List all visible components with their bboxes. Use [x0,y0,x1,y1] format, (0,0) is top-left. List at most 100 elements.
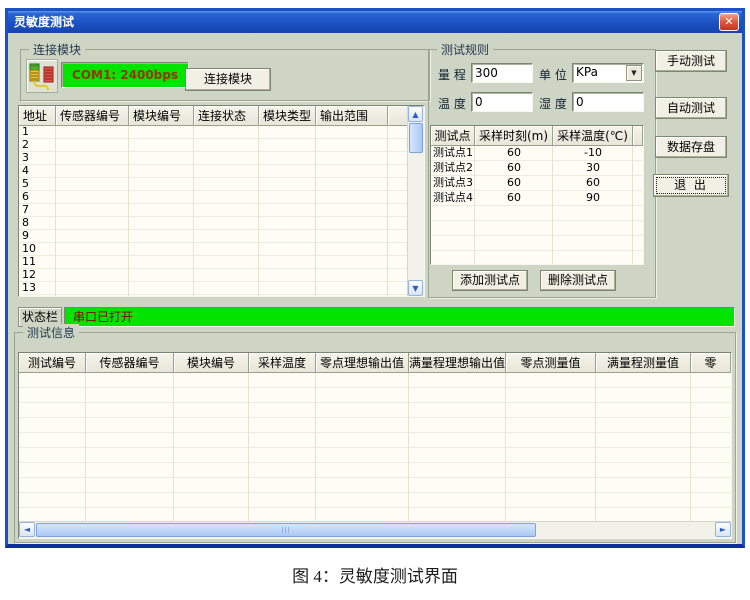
table-row[interactable]: 2 [19,139,408,152]
table-row[interactable]: 测试点160-10 [431,146,643,161]
table-cell: 1 [19,126,56,138]
column-divider [248,373,249,521]
table-row[interactable]: 5 [19,178,408,191]
column-divider [128,126,129,296]
table-row[interactable]: 9 [19,230,408,243]
column-header[interactable]: 模块编号 [174,353,249,373]
module-link-icon[interactable] [26,59,58,93]
humidity-input[interactable] [572,92,644,112]
column-header[interactable]: 满量程测量值 [596,353,691,373]
column-header[interactable]: 测试点 [431,126,475,146]
table-row[interactable]: 11 [19,256,408,269]
table-row[interactable]: 测试点26030 [431,161,643,176]
table-cell: 6 [19,191,56,203]
table-cell: 60 [553,176,633,190]
column-divider [173,373,174,521]
module-list-vertical-scrollbar[interactable]: ▲ ▼ [407,106,424,296]
table-row[interactable]: 3 [19,152,408,165]
table-row[interactable] [19,493,731,508]
column-header[interactable]: 采样温度 [249,353,316,373]
table-row[interactable]: 7 [19,204,408,217]
column-header[interactable]: 测试编号 [19,353,86,373]
exit-button[interactable]: 退 出 [653,174,729,197]
column-header[interactable]: 模块编号 [129,106,194,126]
table-row[interactable] [19,388,731,403]
table-row[interactable]: 1 [19,126,408,139]
table-cell: 测试点2 [431,161,475,175]
table-row[interactable] [431,236,643,251]
scroll-down-button[interactable]: ▼ [408,280,423,296]
column-divider [505,373,506,521]
unit-combobox[interactable]: KPa ▼ [572,63,644,83]
table-row[interactable] [19,448,731,463]
test-info-horizontal-scrollbar[interactable]: ◄ ► [19,521,731,538]
test-info-header-row: 测试编号传感器编号模块编号采样温度零点理想输出值满量程理想输出值零点测量值满量程… [19,353,731,373]
table-row[interactable] [19,433,731,448]
column-divider [193,126,194,296]
dropdown-button[interactable]: ▼ [626,65,642,81]
sensitivity-test-window: 灵敏度测试 ✕ 连接模块 COM1: 2400bps 连接模块 地址传感器编号模 [5,8,745,548]
scroll-thumb[interactable] [409,123,423,153]
column-header[interactable] [388,106,408,126]
table-row[interactable]: 4 [19,165,408,178]
manual-test-button[interactable]: 手动测试 [655,50,727,72]
table-row[interactable] [19,373,731,388]
scroll-left-button[interactable]: ◄ [19,522,35,537]
temperature-input[interactable] [471,92,533,112]
column-header[interactable]: 传感器编号 [56,106,129,126]
connect-module-button[interactable]: 连接模块 [185,68,271,91]
table-row[interactable] [431,221,643,236]
figure-caption: 图 4：灵敏度测试界面 [0,562,750,587]
scroll-right-button[interactable]: ► [715,522,731,537]
table-row[interactable]: 测试点46090 [431,191,643,206]
add-test-point-button[interactable]: 添加测试点 [452,270,528,291]
column-header[interactable]: 采样时刻(m) [475,126,553,146]
table-row[interactable]: 13 [19,282,408,295]
table-row[interactable]: 测试点36060 [431,176,643,191]
column-divider [85,373,86,521]
column-header[interactable]: 满量程理想输出值 [409,353,506,373]
serial-status-message: 串口已打开 [64,307,735,327]
table-cell: 10 [19,243,56,255]
unit-value: KPa [576,65,598,79]
range-input[interactable] [471,63,533,83]
scroll-thumb[interactable] [36,523,536,537]
column-header[interactable]: 采样温度(℃) [553,126,633,146]
module-link-glyph [27,60,57,92]
column-header[interactable]: 模块类型 [259,106,316,126]
column-divider [408,373,409,521]
auto-test-button[interactable]: 自动测试 [655,97,727,119]
table-row[interactable]: 14 [19,295,408,297]
table-row[interactable] [19,478,731,493]
range-label: 量 程 [438,66,466,83]
table-cell: 3 [19,152,56,164]
close-button[interactable]: ✕ [719,13,739,31]
table-row[interactable]: 8 [19,217,408,230]
table-cell: 90 [553,191,633,205]
column-header[interactable]: 输出范围 [316,106,388,126]
table-cell: 60 [475,176,553,190]
table-row[interactable] [431,206,643,221]
table-row[interactable] [19,418,731,433]
scroll-up-button[interactable]: ▲ [408,106,423,122]
table-row[interactable]: 6 [19,191,408,204]
test-info-table: 测试编号传感器编号模块编号采样温度零点理想输出值满量程理想输出值零点测量值满量程… [18,352,732,539]
window-title: 灵敏度测试 [14,15,74,29]
column-header[interactable]: 连接状态 [194,106,259,126]
chevron-down-icon: ▼ [631,69,636,77]
table-row[interactable]: 12 [19,269,408,282]
title-bar[interactable]: 灵敏度测试 ✕ [8,11,742,33]
column-header[interactable]: 零点理想输出值 [316,353,409,373]
save-data-button[interactable]: 数据存盘 [655,136,727,158]
delete-test-point-button[interactable]: 删除测试点 [540,270,616,291]
column-header[interactable] [633,126,643,146]
table-row[interactable] [19,463,731,478]
column-header[interactable]: 地址 [19,106,56,126]
table-row[interactable]: 10 [19,243,408,256]
column-header[interactable]: 传感器编号 [86,353,174,373]
close-icon: ✕ [724,15,733,28]
column-header[interactable]: 零点测量值 [506,353,596,373]
table-row[interactable] [19,403,731,418]
table-row[interactable] [431,251,643,265]
column-header[interactable]: 零 [691,353,731,373]
